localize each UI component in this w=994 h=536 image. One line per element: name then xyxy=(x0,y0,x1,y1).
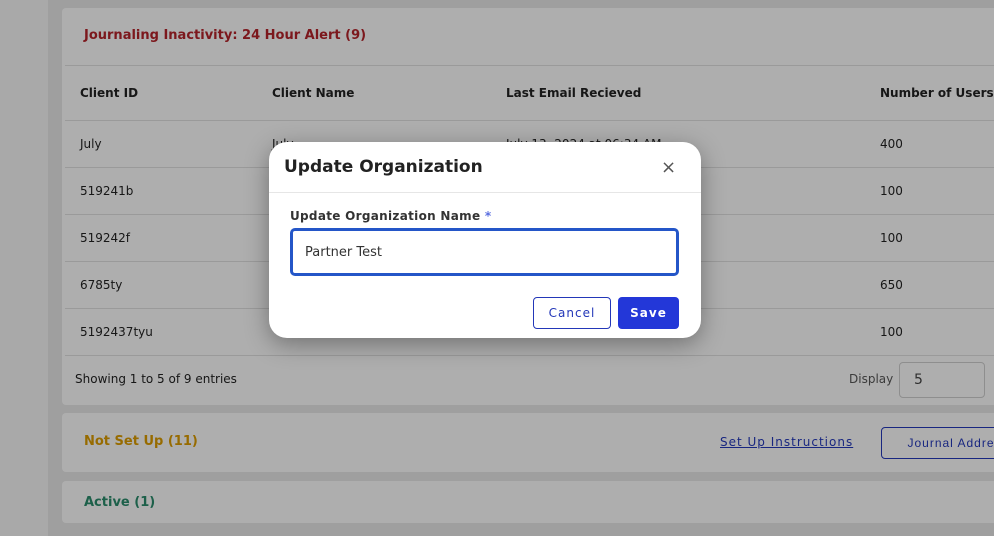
modal-title: Update Organization xyxy=(284,157,483,177)
required-marker: * xyxy=(484,209,492,223)
close-icon[interactable]: × xyxy=(661,157,676,178)
divider xyxy=(269,192,701,193)
cancel-button[interactable]: Cancel xyxy=(533,297,611,329)
organization-name-input[interactable] xyxy=(290,228,679,276)
save-button[interactable]: Save xyxy=(618,297,679,329)
field-label-text: Update Organization Name xyxy=(290,209,481,223)
update-organization-modal: Update Organization × Update Organizatio… xyxy=(269,142,701,338)
field-label: Update Organization Name * xyxy=(290,209,491,223)
